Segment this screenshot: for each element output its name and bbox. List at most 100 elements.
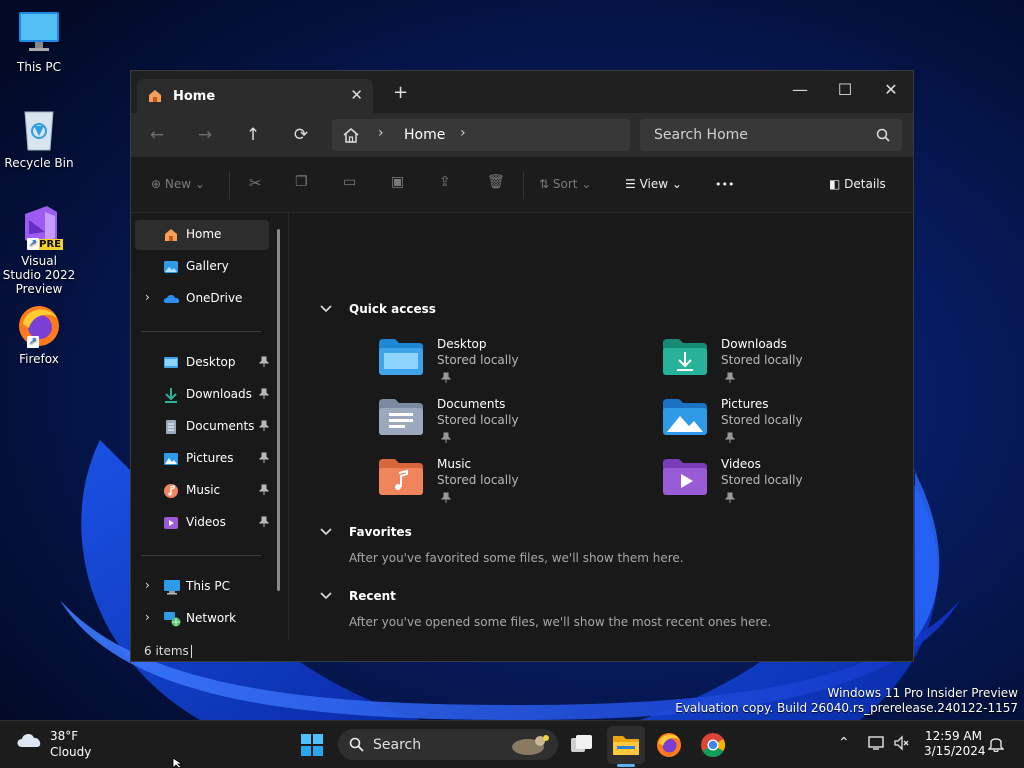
sidebar-item-downloads[interactable]: Downloads [135,380,270,410]
sidebar-item-home[interactable]: Home [135,220,269,250]
address-bar[interactable]: › Home › [332,119,630,151]
quick-access-music[interactable]: Music Stored locally [379,457,619,513]
sort-icon: ⇅ [539,177,550,191]
plus-circle-icon: ⊕ [151,177,162,191]
tab-close-button[interactable]: ✕ [350,86,363,104]
close-window-button[interactable]: ✕ [868,76,914,104]
command-divider [229,171,230,199]
pin-icon [258,356,270,371]
quick-access-desktop[interactable]: Desktop Stored locally [379,337,619,393]
sidebar-divider [141,331,261,332]
file-explorer-taskbar-button[interactable] [608,728,644,762]
visual-studio-icon: PRE ↗ [15,204,63,250]
firefox-icon [657,733,681,757]
search-box[interactable]: Search Home [640,119,902,151]
desktop-icon-label: Firefox [19,352,59,366]
minimize-button[interactable]: — [777,76,823,104]
favorites-empty-message: After you've favorited some files, we'll… [349,551,684,565]
pin-icon [258,484,270,499]
rename-icon[interactable]: ▣ [391,174,404,190]
copy-icon[interactable]: ❐ [295,174,308,190]
title-bar[interactable]: Home ✕ + — ☐ ✕ [131,71,913,113]
cut-icon[interactable]: ✂ [249,174,262,192]
share-icon[interactable]: ⇪ [439,174,451,190]
expand-chevron-icon[interactable]: › [145,578,150,592]
breadcrumb-separator[interactable]: › [460,125,466,141]
sidebar-scrollbar[interactable] [277,229,280,591]
sidebar-item-desktop[interactable]: Desktop [135,348,270,378]
collapse-chevron-icon [320,592,332,600]
status-bar: 6 items [131,641,913,663]
tab-home[interactable]: Home ✕ [137,79,373,113]
paste-icon[interactable]: ▭ [343,174,356,190]
maximize-button[interactable]: ☐ [822,76,868,104]
shortcut-arrow-icon: ↗ [27,238,39,250]
task-view-button[interactable] [563,728,599,762]
active-indicator [617,764,635,767]
clock-time: 12:59 AM [925,729,982,743]
start-button[interactable] [294,728,330,762]
new-tab-button[interactable]: + [393,83,408,103]
search-placeholder: Search Home [654,127,748,143]
back-button[interactable]: ← [145,123,169,147]
clock[interactable]: 12:59 AM 3/15/2024 [924,729,986,759]
sidebar-item-pictures[interactable]: Pictures [135,444,270,474]
show-hidden-icons-button[interactable]: ⌃ [838,735,850,751]
details-pane-icon: ◧ [829,177,841,191]
search-icon [876,128,890,145]
collapse-chevron-icon [320,528,332,536]
desktop-folder-icon [163,355,181,371]
sidebar-item-music[interactable]: Music [135,476,270,506]
sidebar-item-onedrive[interactable]: › OneDrive [135,284,269,314]
tab-label: Home [173,89,216,104]
documents-folder-icon [379,399,423,435]
pin-icon [724,492,736,507]
volume-muted-icon[interactable] [893,735,911,755]
desktop-icon-visual-studio[interactable]: PRE ↗ Visual Studio 2022 Preview [2,204,76,296]
new-button[interactable]: ⊕ New ⌄ [151,177,205,191]
firefox-taskbar-button[interactable] [651,728,687,762]
quick-access-documents[interactable]: Documents Stored locally [379,397,619,453]
details-button[interactable]: ◧ Details [829,177,886,191]
forward-button[interactable]: → [193,123,217,147]
sidebar-item-network[interactable]: › Network [135,604,269,634]
sort-button[interactable]: ⇅ Sort ⌄ [539,177,591,191]
sidebar-item-videos[interactable]: Videos [135,508,270,538]
breadcrumb-separator[interactable]: › [378,125,384,141]
sidebar-divider [141,555,261,556]
sidebar-item-gallery[interactable]: Gallery [135,252,269,282]
delete-icon[interactable]: 🗑 [487,174,505,190]
view-button[interactable]: ☰ View ⌄ [625,177,682,191]
windows-logo-icon [301,734,323,756]
quick-access-pictures[interactable]: Pictures Stored locally [663,397,903,453]
desktop-icon-label: This PC [17,60,61,74]
home-icon [163,227,181,243]
music-icon [163,483,181,499]
pin-icon [440,492,452,507]
notifications-bell-icon[interactable] [987,734,1005,756]
recent-empty-message: After you've opened some files, we'll sh… [349,615,772,629]
quick-access-videos[interactable]: Videos Stored locally [663,457,903,513]
quick-access-downloads[interactable]: Downloads Stored locally [663,337,903,393]
view-list-icon: ☰ [625,177,636,191]
expand-chevron-icon[interactable]: › [145,290,150,304]
desktop-icon-recycle-bin[interactable]: Recycle Bin [2,106,76,170]
display-icon[interactable] [868,735,886,755]
up-button[interactable]: ↑ [241,123,265,147]
desktop-icon-firefox[interactable]: ↗ Firefox [2,302,76,366]
taskbar-search[interactable]: Search [338,729,558,760]
chrome-taskbar-button[interactable] [695,728,731,762]
refresh-button[interactable]: ⟳ [289,123,313,147]
sidebar-item-documents[interactable]: Documents [135,412,270,442]
breadcrumb-home[interactable]: Home [404,127,445,143]
pictures-folder-icon [663,399,707,435]
collapse-chevron-icon [320,305,332,313]
desktop-icon-this-pc[interactable]: This PC [2,10,76,74]
more-options-button[interactable]: ••• [715,178,734,191]
recycle-bin-icon [15,106,63,152]
weather-widget[interactable]: 38°F Cloudy [16,729,91,759]
sidebar-item-this-pc[interactable]: › This PC [135,572,269,602]
search-icon [349,737,364,752]
desktop-icon-label: Recycle Bin [4,156,74,170]
expand-chevron-icon[interactable]: › [145,610,150,624]
